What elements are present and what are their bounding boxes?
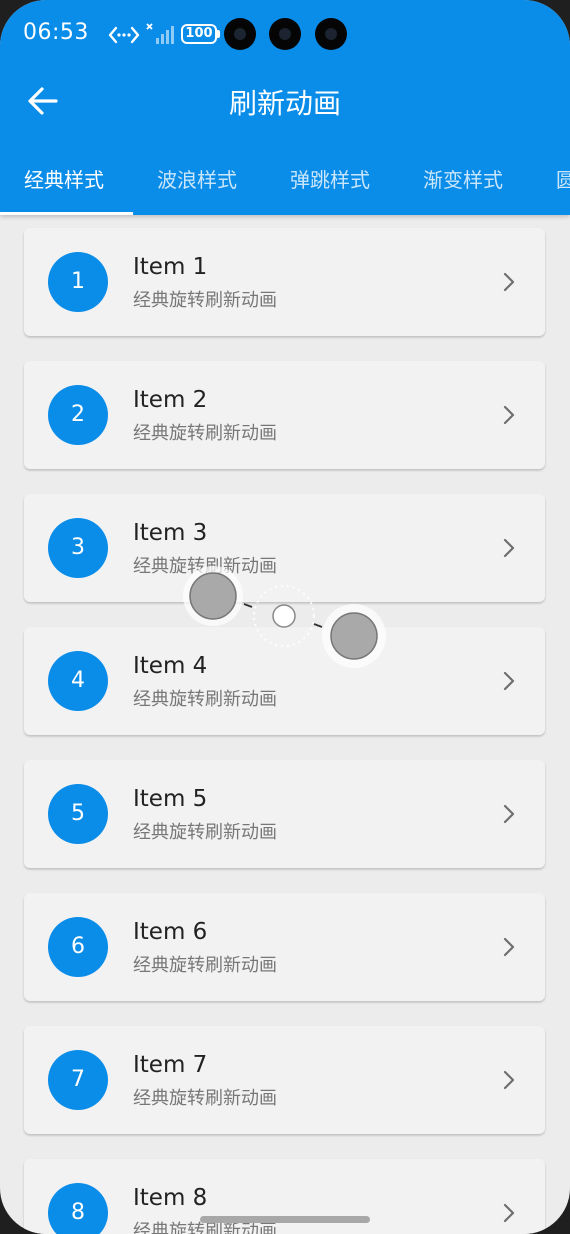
camera-cutout <box>315 18 347 50</box>
list-item[interactable]: 7 Item 7 经典旋转刷新动画 <box>24 1026 545 1134</box>
phone-screen: 06:53 100 刷新动画 经典样式 波浪样式 弹跳样式 渐变样式 圆 1 I… <box>0 0 570 1234</box>
battery-icon: 100 <box>181 24 217 44</box>
item-title: Item 3 <box>133 520 208 546</box>
item-number-badge: 1 <box>48 252 108 312</box>
home-indicator[interactable] <box>200 1216 370 1223</box>
chevron-right-icon <box>503 538 515 558</box>
item-number-badge: 3 <box>48 518 108 578</box>
signal-icon <box>146 23 174 44</box>
battery-tip <box>217 30 220 38</box>
tab-bar: 经典样式 波浪样式 弹跳样式 渐变样式 圆 <box>0 150 570 215</box>
list-item[interactable]: 5 Item 5 经典旋转刷新动画 <box>24 760 545 868</box>
item-title: Item 8 <box>133 1185 208 1211</box>
item-subtitle: 经典旋转刷新动画 <box>133 822 277 843</box>
item-number-badge: 2 <box>48 385 108 445</box>
item-title: Item 7 <box>133 1052 208 1078</box>
chevron-right-icon <box>503 937 515 957</box>
tab-wave[interactable]: 波浪样式 <box>157 164 237 193</box>
chevron-right-icon <box>503 671 515 691</box>
camera-cutout <box>269 18 301 50</box>
item-subtitle: 经典旋转刷新动画 <box>133 290 277 311</box>
status-bar: 06:53 100 <box>0 0 570 72</box>
data-transfer-icon <box>108 26 140 44</box>
refresh-animation-overlay <box>183 566 386 668</box>
item-title: Item 6 <box>133 919 208 945</box>
chevron-right-icon <box>503 1070 515 1090</box>
tab-classic[interactable]: 经典样式 <box>24 164 104 193</box>
chevron-right-icon <box>503 804 515 824</box>
item-title: Item 1 <box>133 254 208 280</box>
item-title: Item 5 <box>133 786 208 812</box>
item-title: Item 2 <box>133 387 208 413</box>
item-number-badge: 4 <box>48 651 108 711</box>
item-list[interactable]: 1 Item 1 经典旋转刷新动画 2 Item 2 经典旋转刷新动画 3 It… <box>0 215 570 1234</box>
list-item[interactable]: 2 Item 2 经典旋转刷新动画 <box>24 361 545 469</box>
chevron-right-icon <box>503 405 515 425</box>
camera-cutout <box>224 18 256 50</box>
tab-bounce[interactable]: 弹跳样式 <box>290 164 370 193</box>
tab-gradient[interactable]: 渐变样式 <box>423 164 503 193</box>
item-subtitle: 经典旋转刷新动画 <box>133 1088 277 1109</box>
item-number-badge: 5 <box>48 784 108 844</box>
chevron-right-icon <box>503 1203 515 1223</box>
chevron-right-icon <box>503 272 515 292</box>
tab-circle[interactable]: 圆 <box>556 164 570 193</box>
item-subtitle: 经典旋转刷新动画 <box>133 955 277 976</box>
app-bar: 06:53 100 刷新动画 经典样式 波浪样式 弹跳样式 渐变样式 圆 <box>0 0 570 215</box>
list-item[interactable]: 1 Item 1 经典旋转刷新动画 <box>24 228 545 336</box>
item-subtitle: 经典旋转刷新动画 <box>133 689 277 710</box>
status-time: 06:53 <box>23 20 89 45</box>
item-number-badge: 8 <box>48 1183 108 1234</box>
item-number-badge: 6 <box>48 917 108 977</box>
page-title: 刷新动画 <box>228 87 341 120</box>
item-number-badge: 7 <box>48 1050 108 1110</box>
list-item[interactable]: 6 Item 6 经典旋转刷新动画 <box>24 893 545 1001</box>
item-subtitle: 经典旋转刷新动画 <box>133 423 277 444</box>
